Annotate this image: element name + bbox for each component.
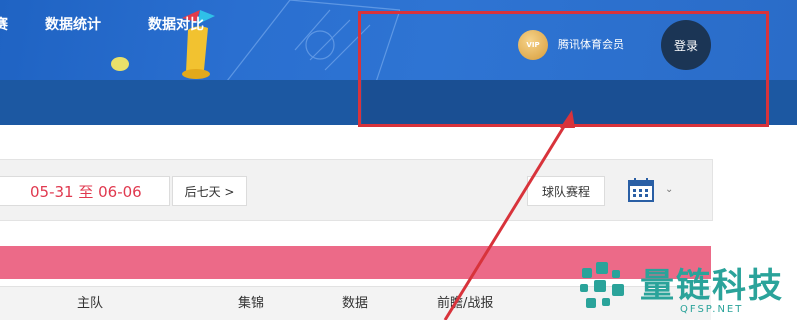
col-data: 数据: [342, 296, 369, 311]
annotation-box: [358, 11, 769, 127]
watermark-logo-icon: [580, 262, 624, 308]
page: VIP 腾讯体育会员 登录 赛 数据统计 数据对比 05-31 至 06-06 …: [0, 0, 797, 320]
calendar-icon[interactable]: [628, 178, 654, 202]
team-schedule-button[interactable]: 球队赛程: [527, 176, 605, 206]
watermark-url: QFSP.NET: [680, 304, 744, 315]
watermark-name: 量链科技: [640, 266, 784, 306]
col-preview-report: 前瞻/战报: [437, 296, 494, 311]
trophy-icon: [182, 10, 215, 79]
col-highlights: 集锦: [238, 296, 265, 311]
date-range-text: 05-31 至 06-06: [30, 183, 142, 201]
next-week-button[interactable]: 后七天 >: [172, 176, 247, 206]
col-home-team: 主队: [77, 296, 104, 311]
nav-item-compare[interactable]: 数据对比: [148, 14, 204, 34]
football-icon: [111, 57, 129, 71]
nav-item-schedule[interactable]: 赛: [0, 14, 8, 34]
nav-item-stats[interactable]: 数据统计: [45, 14, 101, 34]
chevron-down-icon[interactable]: ⌄: [665, 184, 673, 195]
